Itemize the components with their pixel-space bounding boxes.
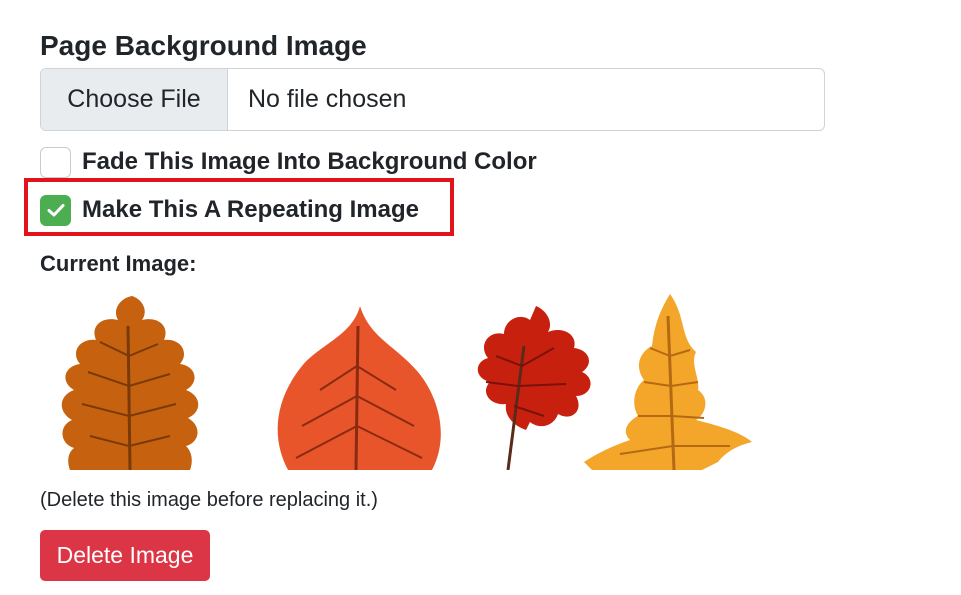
- fade-checkbox[interactable]: [40, 146, 71, 178]
- checkmark-icon: [47, 204, 64, 217]
- fade-option-row: Fade This Image Into Background Color: [40, 145, 537, 179]
- delete-image-button[interactable]: Delete Image: [40, 530, 210, 581]
- oak-leaf-graphic: [61, 296, 199, 470]
- repeat-checkbox-label[interactable]: Make This A Repeating Image: [82, 196, 419, 224]
- repeat-option-row: Make This A Repeating Image: [40, 193, 419, 227]
- section-title: Page Background Image: [40, 30, 367, 61]
- birch-leaf-graphic: [277, 306, 441, 470]
- delete-instruction-note: (Delete this image before replacing it.): [40, 489, 378, 511]
- yellow-leaf-graphic: [584, 294, 752, 470]
- file-input[interactable]: Choose File No file chosen: [40, 68, 825, 131]
- choose-file-button[interactable]: Choose File: [41, 69, 228, 130]
- current-image-preview: [40, 286, 770, 470]
- maple-leaf-graphic: [477, 306, 591, 470]
- file-status-text: No file chosen: [248, 85, 407, 113]
- current-image-label: Current Image:: [40, 251, 197, 276]
- autumn-leaves-image: [61, 294, 752, 470]
- fade-checkbox-label[interactable]: Fade This Image Into Background Color: [82, 148, 537, 176]
- page-background-image-settings: Page Background Image Choose File No fil…: [0, 0, 961, 595]
- repeat-checkbox[interactable]: [40, 194, 71, 226]
